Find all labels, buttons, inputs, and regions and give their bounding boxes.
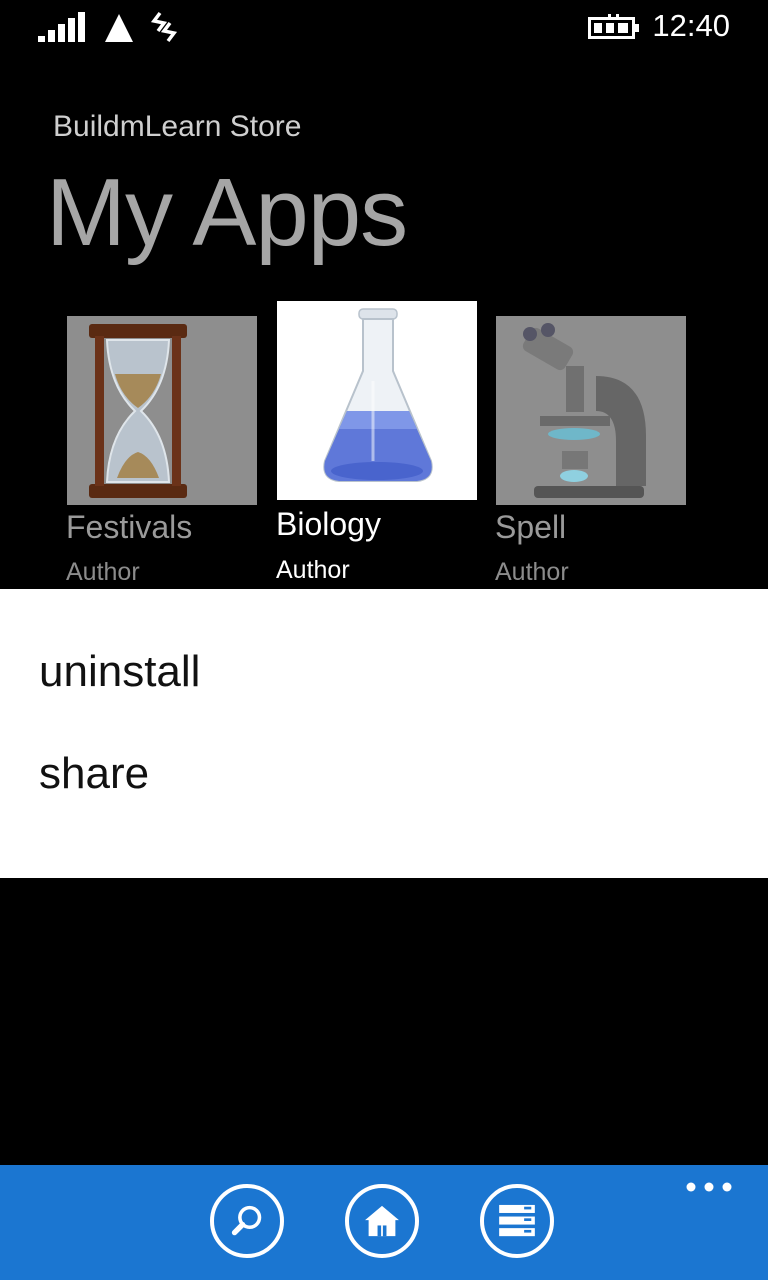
data-connection-icon: [104, 13, 134, 43]
context-menu: uninstall share: [0, 589, 768, 878]
hourglass-icon: [67, 316, 257, 505]
page-title: My Apps: [46, 159, 408, 266]
app-title: Festivals: [66, 509, 193, 545]
signal-strength-icon: [38, 12, 86, 42]
app-item-festivals[interactable]: Festivals Author: [66, 296, 266, 588]
home-button[interactable]: [345, 1184, 419, 1258]
app-title: Biology: [276, 506, 381, 542]
app-item-biology[interactable]: Biology Author: [276, 296, 477, 588]
app-author: Author: [276, 556, 350, 584]
flask-icon: [277, 301, 477, 500]
screen: 12:40 BuildmLearn Store My Apps Festival…: [0, 0, 768, 1280]
wifi-icon: [150, 11, 180, 43]
app-name: BuildmLearn Store: [53, 110, 302, 143]
list-icon: [499, 1204, 535, 1237]
status-bar: 12:40: [0, 0, 768, 58]
search-button[interactable]: [210, 1184, 284, 1258]
clock: 12:40: [652, 8, 730, 43]
search-icon: [231, 1205, 262, 1236]
app-item-spell[interactable]: Spell Author: [495, 296, 695, 588]
battery-charging-icon: [588, 14, 640, 42]
app-bar: [0, 1165, 768, 1280]
microscope-icon: [496, 316, 686, 505]
uninstall-menu-item[interactable]: uninstall: [39, 647, 200, 697]
more-options-icon[interactable]: [686, 1179, 732, 1195]
app-list: Festivals Author Biology Author Spell Au…: [0, 296, 768, 588]
share-menu-item[interactable]: share: [39, 749, 149, 799]
app-author: Author: [495, 558, 569, 586]
list-button[interactable]: [480, 1184, 554, 1258]
app-author: Author: [66, 558, 140, 586]
home-icon: [365, 1205, 399, 1237]
app-title: Spell: [495, 509, 567, 545]
